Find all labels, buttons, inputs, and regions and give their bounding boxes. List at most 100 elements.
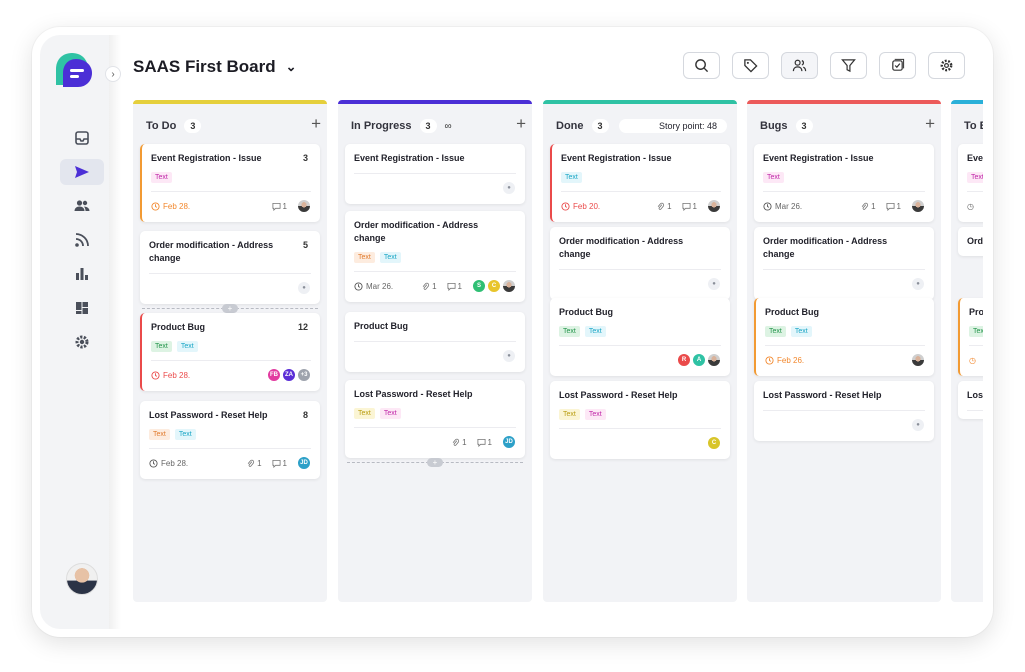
checklist-button[interactable] bbox=[879, 52, 916, 79]
card[interactable]: Product Bug 12 Text Text Feb 28. FB ZA +3 bbox=[140, 313, 320, 391]
card-number: 5 bbox=[302, 240, 308, 250]
assignee-avatar[interactable]: R bbox=[677, 353, 691, 367]
sidebar-collapse-button[interactable]: › bbox=[105, 66, 121, 82]
card[interactable]: Event Registration - Issue ● bbox=[345, 144, 525, 204]
assignee-avatar[interactable] bbox=[707, 199, 721, 213]
due-date: Mar 26. bbox=[366, 281, 394, 291]
card-number: 3 bbox=[302, 153, 308, 163]
tag[interactable]: Text bbox=[354, 408, 375, 419]
more-assignees[interactable]: +3 bbox=[297, 368, 311, 382]
tag[interactable]: Text bbox=[790, 326, 812, 337]
tag[interactable]: Text bbox=[379, 252, 401, 263]
filter-button[interactable] bbox=[830, 52, 867, 79]
nav-chart-icon[interactable] bbox=[60, 261, 104, 287]
person-icon[interactable]: ● bbox=[502, 181, 516, 195]
card[interactable]: Order modification - Address change ● bbox=[754, 227, 934, 300]
card[interactable]: Lost Password - Reset Help ● bbox=[754, 381, 934, 441]
tag[interactable]: Text bbox=[559, 326, 580, 337]
board-title[interactable]: SAAS First Board ⌄ bbox=[133, 57, 297, 77]
card[interactable]: Product Bug Text Text Feb 26. bbox=[754, 298, 934, 376]
add-card-icon[interactable]: + bbox=[925, 115, 935, 132]
card[interactable]: Lost Password - Reset Help Text Text C bbox=[550, 381, 730, 459]
card[interactable]: Prod Text ◷ bbox=[958, 298, 983, 376]
person-icon[interactable]: ● bbox=[502, 349, 516, 363]
person-icon[interactable]: ● bbox=[911, 418, 925, 432]
card[interactable]: Product Bug Text Text R A bbox=[550, 298, 730, 376]
add-card-separator[interactable]: + bbox=[142, 304, 318, 313]
due-date: Feb 28. bbox=[163, 201, 191, 211]
tag[interactable]: Text bbox=[584, 409, 606, 420]
comment-count: 1 bbox=[457, 281, 462, 291]
assignee-avatar[interactable] bbox=[911, 199, 925, 213]
tag[interactable]: Text bbox=[561, 172, 582, 183]
settings-button[interactable] bbox=[928, 52, 965, 79]
card-title: Product Bug bbox=[765, 307, 819, 317]
card[interactable]: Lost bbox=[958, 381, 983, 419]
card-number: 8 bbox=[302, 410, 308, 420]
card[interactable]: Order modification - Address change ● bbox=[550, 227, 730, 300]
tag[interactable]: Text bbox=[559, 409, 580, 420]
user-avatar[interactable] bbox=[66, 563, 98, 595]
assignee-avatar[interactable]: JD bbox=[297, 456, 311, 470]
tag[interactable]: Text bbox=[151, 341, 172, 352]
tag[interactable]: Text bbox=[149, 429, 170, 440]
clock-icon bbox=[149, 458, 158, 468]
clock-icon: ◷ bbox=[969, 355, 976, 365]
card[interactable]: Event Registration - Issue Text Feb 20. … bbox=[550, 144, 730, 222]
assignee-avatar[interactable] bbox=[911, 353, 925, 367]
person-icon[interactable]: ● bbox=[707, 277, 721, 291]
person-icon[interactable]: ● bbox=[911, 277, 925, 291]
card[interactable]: Order modification - Address change 5 ● bbox=[140, 231, 320, 304]
assignee-avatar[interactable] bbox=[502, 279, 516, 293]
tag[interactable]: Text bbox=[174, 429, 196, 440]
card-title: Order modification - Address change bbox=[763, 236, 888, 259]
assignee-avatar[interactable]: FB bbox=[267, 368, 281, 382]
nav-inbox-icon[interactable] bbox=[60, 125, 104, 151]
nav-users-icon[interactable] bbox=[60, 193, 104, 219]
attachment-count: 1 bbox=[432, 281, 437, 291]
add-card-icon[interactable]: + bbox=[516, 115, 526, 132]
app-logo[interactable] bbox=[54, 51, 94, 89]
card-title: Product Bug bbox=[354, 321, 408, 331]
due-date: Feb 26. bbox=[777, 355, 805, 365]
tag[interactable]: Text bbox=[584, 326, 606, 337]
assignee-avatar[interactable] bbox=[707, 353, 721, 367]
card[interactable]: Lost Password - Reset Help 8 Text Text Fe… bbox=[140, 401, 320, 479]
comment-count: 1 bbox=[896, 201, 901, 211]
members-button[interactable] bbox=[781, 52, 818, 79]
nav-settings-icon[interactable] bbox=[60, 329, 104, 355]
tag[interactable]: Text bbox=[176, 341, 198, 352]
nav-dashboard-icon[interactable] bbox=[60, 295, 104, 321]
assignee-avatar[interactable]: ZA bbox=[282, 368, 296, 382]
tag[interactable]: Text bbox=[763, 172, 784, 183]
card[interactable]: Event Registration - Issue Text Mar 26. … bbox=[754, 144, 934, 222]
tag[interactable]: Text bbox=[151, 172, 172, 183]
assignee-avatar[interactable]: S bbox=[472, 279, 486, 293]
card[interactable]: Product Bug ● bbox=[345, 312, 525, 372]
card[interactable]: Ever Text ◷ bbox=[958, 144, 983, 222]
tag[interactable]: Text bbox=[379, 408, 401, 419]
card[interactable]: Order modification - Address change Text… bbox=[345, 211, 525, 302]
nav-feed-icon[interactable] bbox=[60, 227, 104, 253]
sidebar: › bbox=[40, 35, 121, 629]
card[interactable]: Event Registration - Issue 3 Text Feb 28… bbox=[140, 144, 320, 222]
search-button[interactable] bbox=[683, 52, 720, 79]
assignee-avatar[interactable]: A bbox=[692, 353, 706, 367]
assignee-avatar[interactable]: JD bbox=[502, 435, 516, 449]
chevron-down-icon[interactable]: ⌄ bbox=[286, 59, 297, 75]
assignee-avatar[interactable] bbox=[297, 199, 311, 213]
tag[interactable]: Text bbox=[967, 172, 983, 183]
tag[interactable]: Text bbox=[354, 252, 375, 263]
nav-send-icon[interactable] bbox=[60, 159, 104, 185]
assignee-avatar[interactable]: C bbox=[487, 279, 501, 293]
tag[interactable]: Text bbox=[969, 326, 983, 337]
tag[interactable]: Text bbox=[765, 326, 786, 337]
card[interactable]: Ord cha bbox=[958, 227, 983, 256]
assignee-avatar[interactable]: C bbox=[707, 436, 721, 450]
add-card-icon[interactable]: + bbox=[311, 115, 321, 132]
person-icon[interactable]: ● bbox=[297, 281, 311, 295]
tag-button[interactable] bbox=[732, 52, 769, 79]
add-card-separator[interactable]: + bbox=[347, 458, 523, 467]
card-title: Order modification - Address change bbox=[559, 236, 684, 259]
card[interactable]: Lost Password - Reset Help Text Text 1 1 … bbox=[345, 380, 525, 458]
